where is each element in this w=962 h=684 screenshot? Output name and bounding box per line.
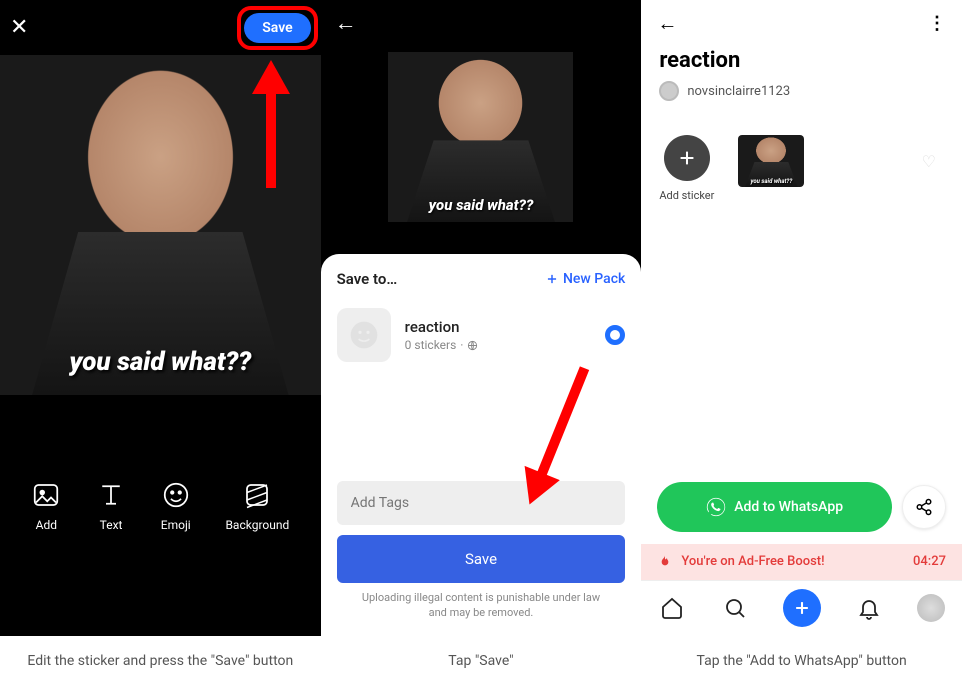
bottom-nav	[641, 580, 962, 636]
step1-caption: Edit the sticker and press the "Save" bu…	[0, 636, 321, 684]
pack-thumb	[337, 308, 391, 362]
text-icon	[96, 480, 126, 510]
boost-text: You're on Ad-Free Boost!	[681, 554, 824, 569]
save-button[interactable]: Save	[244, 13, 310, 43]
add-sticker-label: Add sticker	[659, 189, 714, 202]
pack-name: reaction	[405, 318, 592, 336]
tool-emoji-label: Emoji	[161, 518, 191, 532]
tool-background-label: Background	[225, 518, 289, 532]
emoji-icon	[161, 480, 191, 510]
sticker-caption: you said what??	[388, 196, 573, 214]
back-icon[interactable]: ←	[657, 11, 677, 36]
tool-background[interactable]: Background	[225, 480, 289, 532]
background-icon	[242, 480, 272, 510]
sticker-caption: you said what??	[0, 347, 321, 377]
tool-text[interactable]: Text	[96, 480, 126, 532]
share-button[interactable]	[902, 485, 946, 529]
whatsapp-label: Add to WhatsApp	[734, 499, 843, 515]
create-icon[interactable]	[783, 589, 821, 627]
editor-tools: Add Text Emoji Background	[0, 460, 321, 540]
step3-panel: ← ⋮ reaction novsinclairre1123 ♡ Add sti…	[641, 0, 962, 684]
globe-icon	[467, 340, 478, 351]
back-icon[interactable]: ←	[335, 10, 357, 36]
pack-header: ← ⋮	[641, 0, 962, 46]
sticker-caption: you said what??	[738, 178, 804, 185]
username: novsinclairre1123	[687, 84, 790, 99]
disclaimer-text: Uploading illegal content is punishable …	[337, 583, 626, 620]
fire-icon	[657, 554, 673, 570]
search-icon[interactable]	[721, 594, 749, 622]
sheet-title: Save to…	[337, 270, 398, 288]
step1-panel: ✕ Save you said what?? Add Text Emoji Ba…	[0, 0, 321, 684]
save-button-wrap: Save	[244, 13, 310, 43]
new-pack-button[interactable]: New Pack	[545, 271, 625, 287]
boost-banner[interactable]: You're on Ad-Free Boost! 04:27	[641, 544, 962, 580]
add-to-whatsapp-button[interactable]: Add to WhatsApp	[657, 482, 892, 532]
plus-icon	[545, 272, 559, 286]
heart-icon[interactable]: ♡	[922, 152, 936, 171]
sticker-item[interactable]: you said what??	[738, 135, 804, 187]
tool-add-label: Add	[36, 518, 57, 532]
step3-caption: Tap the "Add to WhatsApp" button	[641, 636, 962, 684]
boost-timer: 04:27	[913, 554, 946, 569]
save-sheet: Save to… New Pack reaction 0 stickers ·	[321, 254, 642, 636]
bell-icon[interactable]	[855, 594, 883, 622]
new-pack-label: New Pack	[563, 271, 625, 287]
step2-panel: ← you said what?? Save to… New Pack reac…	[321, 0, 642, 684]
tool-emoji[interactable]: Emoji	[161, 480, 191, 532]
avatar	[659, 81, 679, 101]
whatsapp-row: Add to WhatsApp	[641, 482, 962, 544]
save-preview-area: you said what??	[321, 46, 642, 254]
tool-text-label: Text	[100, 518, 123, 532]
emoji-icon	[348, 319, 380, 351]
share-icon	[915, 498, 933, 516]
kebab-icon[interactable]: ⋮	[928, 13, 946, 34]
step3-footer: Add to WhatsApp You're on Ad-Free Boost!…	[641, 482, 962, 636]
tutorial-arrow-up	[256, 60, 286, 190]
pack-sub: 0 stickers ·	[405, 338, 592, 352]
step2-caption: Tap "Save"	[321, 636, 642, 684]
tutorial-arrow	[536, 366, 588, 476]
save-button-large[interactable]: Save	[337, 535, 626, 583]
image-icon	[31, 480, 61, 510]
creator-row[interactable]: novsinclairre1123	[641, 81, 962, 105]
tags-input[interactable]	[337, 481, 626, 525]
tool-add[interactable]: Add	[31, 480, 61, 532]
home-icon[interactable]	[658, 594, 686, 622]
save-preview: you said what??	[388, 52, 573, 222]
sticker-grid: Add sticker you said what??	[641, 105, 962, 210]
add-sticker-button[interactable]: Add sticker	[659, 135, 714, 202]
page-title: reaction	[641, 46, 962, 81]
whatsapp-icon	[706, 497, 726, 517]
plus-icon	[664, 135, 710, 181]
profile-icon[interactable]	[917, 594, 945, 622]
save-sheet-header: ←	[321, 0, 642, 46]
radio-selected[interactable]	[605, 325, 625, 345]
pack-row[interactable]: reaction 0 stickers ·	[337, 304, 626, 372]
editor-toolbar: ✕ Save	[0, 0, 321, 55]
close-icon[interactable]: ✕	[10, 15, 28, 40]
